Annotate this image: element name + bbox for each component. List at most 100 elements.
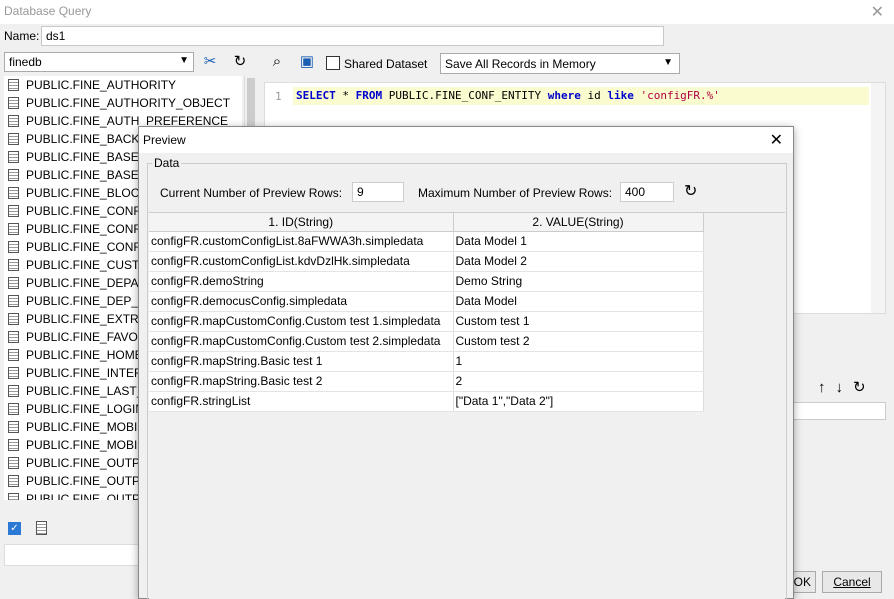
table-list-label: PUBLIC.FINE_BASE_ (26, 168, 146, 182)
cancel-button[interactable]: Cancel (822, 571, 882, 593)
table-list-label: PUBLIC.FINE_LAST_ (26, 384, 144, 398)
document-icon[interactable] (36, 521, 47, 535)
refresh-icon[interactable]: ↻ (229, 52, 251, 72)
cell-empty (703, 311, 783, 331)
window-close-icon[interactable]: ✕ (871, 2, 884, 22)
max-rows-label: Maximum Number of Preview Rows: (418, 186, 613, 200)
editor-scrollbar[interactable] (871, 83, 885, 313)
cell-empty (703, 251, 783, 271)
database-select[interactable]: finedb ▼ (4, 52, 194, 72)
cell-value[interactable]: Demo String (453, 271, 704, 292)
table-list-label: PUBLIC.FINE_OUTPU (26, 456, 149, 470)
sql-line[interactable]: SELECT * FROM PUBLIC.FINE_CONF_ENTITY wh… (293, 87, 869, 105)
checkbox-checked[interactable]: ✓ (8, 522, 21, 535)
cell-empty (703, 351, 783, 371)
table-icon (8, 367, 19, 379)
sql-keyword: FROM (355, 89, 383, 102)
table-list-label: PUBLIC.FINE_CONF_ (26, 204, 148, 218)
table-row[interactable]: configFR.mapString.Basic test 22 (149, 371, 783, 392)
sql-text: PUBLIC.FINE_CONF_ENTITY (382, 89, 548, 102)
cell-id[interactable]: configFR.mapCustomConfig.Custom test 1.s… (149, 311, 454, 332)
table-icon (8, 241, 19, 253)
cell-id[interactable]: configFR.democusConfig.simpledata (149, 291, 454, 312)
sql-keyword: where (547, 89, 581, 102)
table-list-label: PUBLIC.FINE_BACKU (26, 132, 149, 146)
table-list-label: PUBLIC.FINE_BASE_ (26, 150, 146, 164)
table-row[interactable]: configFR.customConfigList.kdvDzlHk.simpl… (149, 251, 783, 272)
sql-keyword: SELECT (296, 89, 336, 102)
window-title: Database Query (4, 4, 92, 18)
table-list-label: PUBLIC.FINE_CUSTO (26, 258, 149, 272)
table-icon (8, 457, 19, 469)
cell-id[interactable]: configFR.customConfigList.8aFWWA3h.simpl… (149, 231, 454, 252)
cell-empty (703, 391, 783, 411)
cell-value[interactable]: Custom test 1 (453, 311, 704, 332)
table-list-label: PUBLIC.FINE_MOBILE (26, 438, 153, 452)
cell-value[interactable]: Data Model 2 (453, 251, 704, 272)
cell-value[interactable]: 1 (453, 351, 704, 372)
table-row[interactable]: configFR.mapCustomConfig.Custom test 2.s… (149, 331, 783, 352)
table-icon (8, 493, 19, 500)
table-list-label: PUBLIC.FINE_CONF_ (26, 222, 148, 236)
refresh-preview-icon[interactable]: ↻ (684, 181, 697, 201)
save-icon[interactable]: ▣ (296, 52, 318, 72)
cell-id[interactable]: configFR.mapCustomConfig.Custom test 2.s… (149, 331, 454, 352)
param-arrows: ↑↓↻ (818, 378, 876, 396)
save-mode-value: Save All Records in Memory (445, 57, 596, 71)
refresh-params-icon[interactable]: ↻ (853, 379, 876, 396)
table-row[interactable]: configFR.mapCustomConfig.Custom test 1.s… (149, 311, 783, 332)
table-icon (8, 439, 19, 451)
table-row[interactable]: configFR.mapString.Basic test 11 (149, 351, 783, 372)
table-list-label: PUBLIC.FINE_DEPAR (26, 276, 148, 290)
table-list-item[interactable]: PUBLIC.FINE_AUTHORITY (4, 76, 242, 94)
table-row[interactable]: configFR.stringList ["Data 1","Data 2"] (149, 391, 783, 412)
name-input[interactable] (41, 26, 664, 46)
save-mode-select[interactable]: Save All Records in Memory ▼ (440, 53, 680, 74)
column-header-id[interactable]: 1. ID(String) (149, 213, 454, 232)
table-icon (8, 313, 19, 325)
cell-id[interactable]: configFR.stringList (149, 391, 454, 412)
table-icon (8, 349, 19, 361)
cell-value[interactable]: Data Model 1 (453, 231, 704, 252)
table-icon (8, 115, 19, 127)
cell-value[interactable]: Custom test 2 (453, 331, 704, 352)
current-rows-field[interactable]: 9 (352, 182, 404, 202)
sql-text: * (335, 89, 356, 102)
shared-dataset-checkbox[interactable] (326, 56, 340, 70)
preview-rows-bar: Current Number of Preview Rows: 9 Maximu… (148, 180, 788, 204)
table-list-item[interactable]: PUBLIC.FINE_AUTHORITY_OBJECT (4, 94, 242, 112)
table-header-row: 1. ID(String) 2. VALUE(String) (149, 213, 783, 232)
arrow-down-icon[interactable]: ↓ (836, 379, 854, 396)
cell-value[interactable]: ["Data 1","Data 2"] (453, 391, 704, 412)
close-icon[interactable]: ✕ (770, 130, 783, 150)
cell-id[interactable]: configFR.customConfigList.kdvDzlHk.simpl… (149, 251, 454, 272)
cell-value[interactable]: 2 (453, 371, 704, 392)
table-list-label: PUBLIC.FINE_AUTHORITY (26, 78, 177, 92)
table-list-label: PUBLIC.FINE_HOMEP (26, 348, 151, 362)
cell-id[interactable]: configFR.mapString.Basic test 2 (149, 371, 454, 392)
max-rows-field[interactable]: 400 (620, 182, 674, 202)
name-label: Name: (4, 29, 40, 43)
cell-id[interactable]: configFR.mapString.Basic test 1 (149, 351, 454, 372)
param-field[interactable] (792, 402, 886, 420)
table-row[interactable]: configFR.democusConfig.simpledata Data Mo… (149, 291, 783, 312)
cell-value[interactable]: Data Model (453, 291, 704, 312)
table-icon (8, 169, 19, 181)
sql-text: id (580, 89, 608, 102)
preview-search-icon[interactable]: ⌕ (266, 52, 288, 72)
table-icon (8, 205, 19, 217)
table-icon (8, 403, 19, 415)
arrow-up-icon[interactable]: ↑ (818, 379, 836, 396)
cell-id[interactable]: configFR.demoString (149, 271, 454, 292)
shared-dataset-label: Shared Dataset (344, 57, 428, 71)
table-icon (8, 133, 19, 145)
current-rows-label: Current Number of Preview Rows: (160, 186, 343, 200)
table-icon (8, 421, 19, 433)
table-row[interactable]: configFR.customConfigList.8aFWWA3h.simpl… (149, 231, 783, 252)
cell-empty (703, 271, 783, 291)
table-row[interactable]: configFR.demoString Demo String (149, 271, 783, 292)
column-header-value[interactable]: 2. VALUE(String) (453, 213, 704, 232)
tools-icon[interactable]: ✂ (199, 52, 221, 72)
table-icon (8, 97, 19, 109)
table-icon (8, 385, 19, 397)
